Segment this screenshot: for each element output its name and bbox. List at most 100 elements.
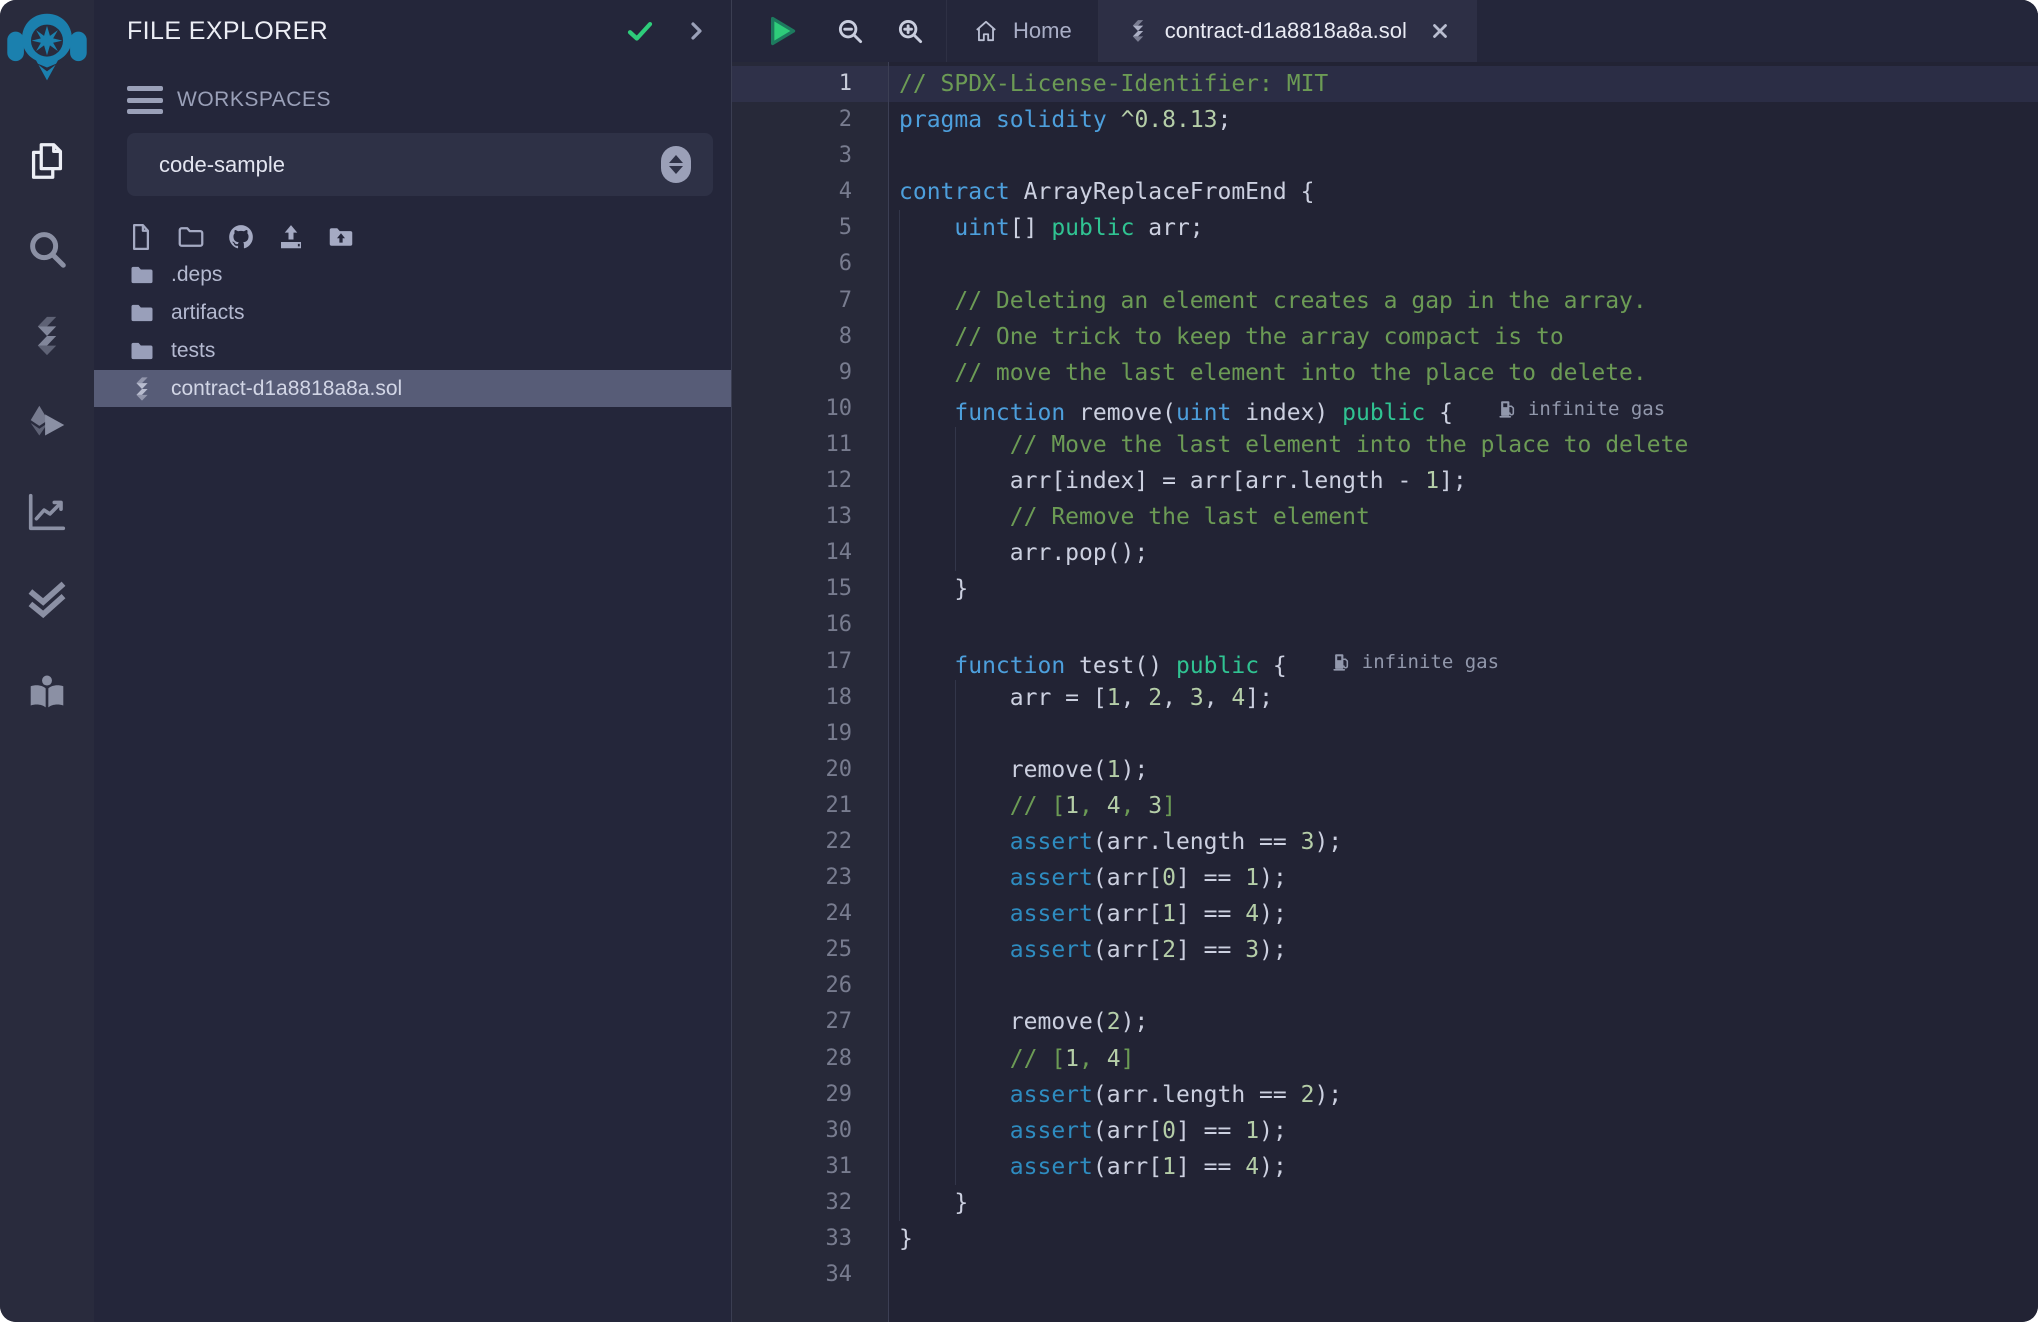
clone-github-button[interactable]	[224, 220, 258, 254]
code-line-34[interactable]	[889, 1257, 2038, 1293]
code-line-27[interactable]: remove(2);	[889, 1004, 2038, 1040]
tree-item-contract-d1a8818a8a.sol[interactable]: contract-d1a8818a8a.sol	[94, 370, 731, 407]
code-line-24[interactable]: assert(arr[1] == 4);	[889, 896, 2038, 932]
code-line-4[interactable]: contract ArrayReplaceFromEnd {	[889, 174, 2038, 210]
line-number[interactable]: 25	[732, 932, 888, 968]
line-number[interactable]: 12	[732, 463, 888, 499]
infinite-gas-badge: infinite gas	[1497, 391, 1665, 427]
code-line-9[interactable]: // move the last element into the place …	[889, 355, 2038, 391]
code-line-17[interactable]: function test() public {infinite gas	[889, 644, 2038, 680]
home-icon	[973, 18, 999, 44]
tree-item-artifacts[interactable]: artifacts	[94, 294, 731, 332]
accept-check-icon[interactable]	[625, 16, 655, 46]
code-editor[interactable]: 1234567891011121314151617181920212223242…	[732, 62, 2038, 1322]
chevron-right-icon[interactable]	[681, 16, 711, 46]
tab-contract-d1a8818a8a.sol[interactable]: contract-d1a8818a8a.sol	[1098, 0, 1477, 62]
tab-home[interactable]: Home	[946, 0, 1098, 62]
line-number[interactable]: 1	[732, 66, 888, 102]
file-name: contract-d1a8818a8a.sol	[171, 377, 402, 401]
line-number[interactable]: 13	[732, 499, 888, 535]
workspaces-menu-icon[interactable]	[127, 84, 163, 116]
line-number[interactable]: 19	[732, 716, 888, 752]
line-number[interactable]: 10	[732, 391, 888, 427]
code-line-30[interactable]: assert(arr[0] == 1);	[889, 1113, 2038, 1149]
upload-folder-button[interactable]	[324, 220, 358, 254]
code-line-28[interactable]: // [1, 4]	[889, 1041, 2038, 1077]
line-number[interactable]: 23	[732, 860, 888, 896]
line-number[interactable]: 27	[732, 1004, 888, 1040]
code-line-31[interactable]: assert(arr[1] == 4);	[889, 1149, 2038, 1185]
code-line-3[interactable]	[889, 138, 2038, 174]
line-number[interactable]: 6	[732, 246, 888, 282]
code-line-13[interactable]: // Remove the last element	[889, 499, 2038, 535]
code-line-26[interactable]	[889, 968, 2038, 1004]
workspace-dropdown-toggle-icon[interactable]	[661, 146, 691, 183]
line-number[interactable]: 20	[732, 752, 888, 788]
code-line-14[interactable]: arr.pop();	[889, 535, 2038, 571]
line-number[interactable]: 2	[732, 102, 888, 138]
code-line-1[interactable]: // SPDX-License-Identifier: MIT	[889, 66, 2038, 102]
line-number[interactable]: 16	[732, 607, 888, 643]
line-number[interactable]: 4	[732, 174, 888, 210]
code-line-16[interactable]	[889, 607, 2038, 643]
tree-item-.deps[interactable]: .deps	[94, 256, 731, 294]
code-line-33[interactable]: }	[889, 1221, 2038, 1257]
new-folder-button[interactable]	[174, 220, 208, 254]
code-line-15[interactable]: }	[889, 571, 2038, 607]
line-number[interactable]: 18	[732, 680, 888, 716]
line-number[interactable]: 33	[732, 1221, 888, 1257]
sidebar-item-analytics[interactable]	[0, 482, 94, 542]
line-number[interactable]: 17	[732, 644, 888, 680]
code-line-6[interactable]	[889, 246, 2038, 282]
line-number[interactable]: 29	[732, 1077, 888, 1113]
code-line-20[interactable]: remove(1);	[889, 752, 2038, 788]
workspace-select[interactable]: code-sample	[127, 133, 713, 196]
upload-file-button[interactable]	[274, 220, 308, 254]
zoom-in-icon[interactable]	[890, 11, 930, 51]
line-number[interactable]: 30	[732, 1113, 888, 1149]
line-number[interactable]: 34	[732, 1257, 888, 1293]
code-line-19[interactable]	[889, 716, 2038, 752]
line-number[interactable]: 8	[732, 319, 888, 355]
code-line-29[interactable]: assert(arr.length == 2);	[889, 1077, 2038, 1113]
line-number[interactable]: 28	[732, 1041, 888, 1077]
line-number[interactable]: 31	[732, 1149, 888, 1185]
code-line-12[interactable]: arr[index] = arr[arr.length - 1];	[889, 463, 2038, 499]
line-number[interactable]: 3	[732, 138, 888, 174]
sidebar-item-unit-testing[interactable]	[0, 570, 94, 630]
code-line-7[interactable]: // Deleting an element creates a gap in …	[889, 283, 2038, 319]
sidebar-item-file-explorer[interactable]	[0, 131, 94, 191]
zoom-out-icon[interactable]	[830, 11, 870, 51]
code-line-11[interactable]: // Move the last element into the place …	[889, 427, 2038, 463]
line-number[interactable]: 11	[732, 427, 888, 463]
line-number[interactable]: 7	[732, 283, 888, 319]
code-line-23[interactable]: assert(arr[0] == 1);	[889, 860, 2038, 896]
tree-item-tests[interactable]: tests	[94, 332, 731, 370]
line-number[interactable]: 21	[732, 788, 888, 824]
line-number[interactable]: 32	[732, 1185, 888, 1221]
sidebar-item-deploy-run[interactable]	[0, 394, 94, 454]
code-line-25[interactable]: assert(arr[2] == 3);	[889, 932, 2038, 968]
sidebar-item-plugin-learneth[interactable]	[0, 663, 94, 723]
line-number[interactable]: 5	[732, 210, 888, 246]
new-file-button[interactable]	[124, 220, 158, 254]
code-line-2[interactable]: pragma solidity ^0.8.13;	[889, 102, 2038, 138]
line-number[interactable]: 15	[732, 571, 888, 607]
line-number[interactable]: 14	[732, 535, 888, 571]
close-icon[interactable]	[1429, 20, 1451, 42]
line-number[interactable]: 24	[732, 896, 888, 932]
code-line-8[interactable]: // One trick to keep the array compact i…	[889, 319, 2038, 355]
code-line-5[interactable]: uint[] public arr;	[889, 210, 2038, 246]
code-line-18[interactable]: arr = [1, 2, 3, 4];	[889, 680, 2038, 716]
run-script-button[interactable]	[760, 10, 802, 52]
line-number[interactable]: 9	[732, 355, 888, 391]
line-number-gutter: 1234567891011121314151617181920212223242…	[732, 62, 889, 1322]
code-line-22[interactable]: assert(arr.length == 3);	[889, 824, 2038, 860]
sidebar-item-search[interactable]	[0, 219, 94, 279]
code-line-10[interactable]: function remove(uint index) public {infi…	[889, 391, 2038, 427]
sidebar-item-solidity-compiler[interactable]	[0, 306, 94, 366]
code-line-21[interactable]: // [1, 4, 3]	[889, 788, 2038, 824]
line-number[interactable]: 22	[732, 824, 888, 860]
line-number[interactable]: 26	[732, 968, 888, 1004]
code-line-32[interactable]: }	[889, 1185, 2038, 1221]
